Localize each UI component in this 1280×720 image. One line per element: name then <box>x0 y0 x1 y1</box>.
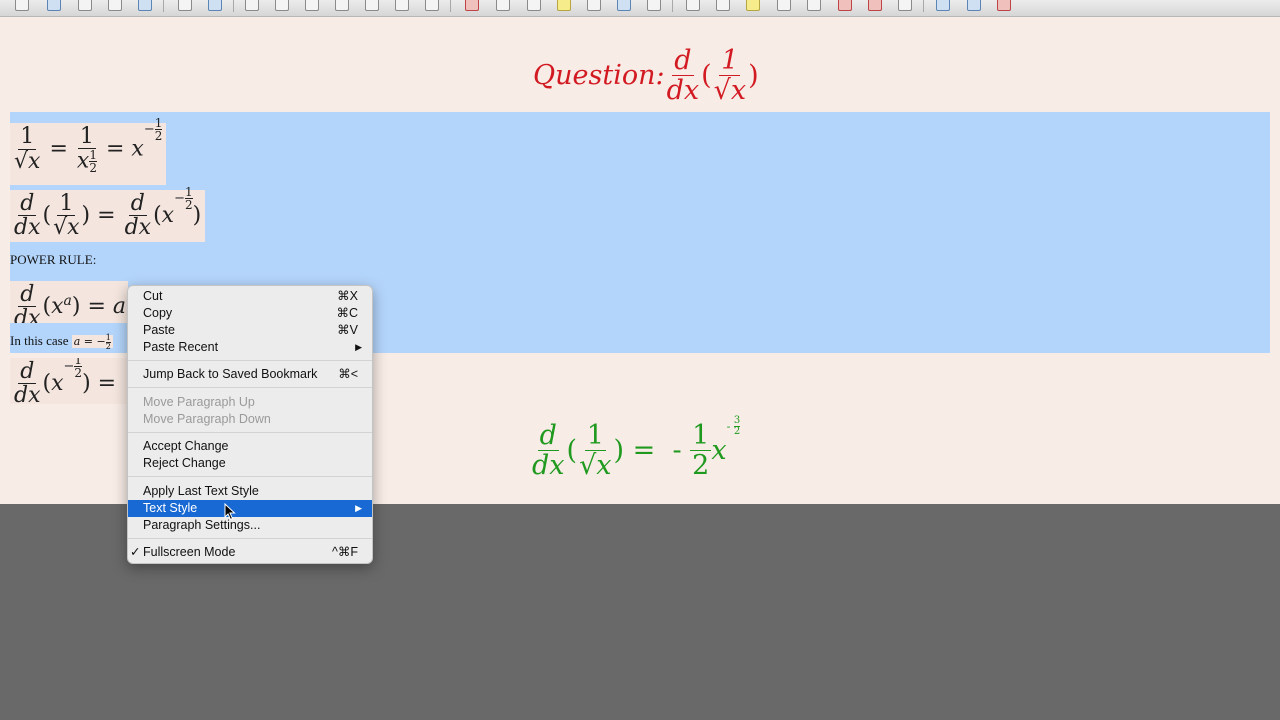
menu-item-apply-last-style[interactable]: Apply Last Text Style <box>128 483 372 500</box>
math-line-2: d dx(1 √x) = d dx (x −1 2) <box>10 186 206 242</box>
indent-icon[interactable] <box>335 0 349 11</box>
inspector-icon[interactable] <box>997 0 1011 11</box>
list-icon[interactable] <box>275 0 289 11</box>
menu-item-copy[interactable]: Copy ⌘C <box>128 305 372 322</box>
page2-icon[interactable] <box>716 0 730 11</box>
menu-item-reject-change[interactable]: Reject Change <box>128 455 372 472</box>
mouse-cursor-icon <box>224 503 236 521</box>
menu-item-paste[interactable]: Paste ⌘V <box>128 322 372 339</box>
sidebar-icon[interactable] <box>967 0 981 11</box>
style-icon[interactable] <box>395 0 409 11</box>
in-this-case-text: In this case a = −1 2 <box>10 332 113 351</box>
power-rule-label: POWER RULE: <box>10 252 97 267</box>
refresh-icon[interactable] <box>47 0 61 11</box>
view-icon[interactable] <box>15 0 29 11</box>
menu-item-accept-change[interactable]: Accept Change <box>128 438 372 455</box>
tex-icon[interactable] <box>838 0 852 11</box>
question-heading: Question: d dx(1 √x) <box>533 45 759 107</box>
menu-item-paste-recent[interactable]: Paste Recent ▶ <box>128 339 372 356</box>
menu-item-move-up: Move Paragraph Up <box>143 395 255 409</box>
outdent-icon[interactable] <box>305 0 319 11</box>
menu-item-text-style[interactable]: Text Style ▶ <box>128 500 372 517</box>
shape-icon[interactable] <box>465 0 479 11</box>
menu-item-fullscreen[interactable]: ✓ Fullscreen Mode ^⌘F <box>128 544 372 561</box>
media-icon[interactable] <box>617 0 631 11</box>
attachment-icon[interactable] <box>898 0 912 11</box>
export-icon[interactable] <box>138 0 152 11</box>
align-right-icon[interactable] <box>365 0 379 11</box>
submenu-arrow-icon: ▶ <box>355 503 362 513</box>
list-red-icon[interactable] <box>868 0 882 11</box>
menu-item-cut[interactable]: Cut ⌘X <box>128 288 372 305</box>
align-left-icon[interactable] <box>245 0 259 11</box>
table-icon[interactable] <box>496 0 510 11</box>
duplicate-icon[interactable] <box>78 0 92 11</box>
submenu-arrow-icon: ▶ <box>355 342 362 352</box>
style2-icon[interactable] <box>425 0 439 11</box>
tag-icon[interactable] <box>527 0 541 11</box>
image-icon[interactable] <box>587 0 601 11</box>
copy-page-icon[interactable] <box>108 0 122 11</box>
box-icon[interactable] <box>647 0 661 11</box>
menu-item-paragraph-settings[interactable]: Paragraph Settings... <box>128 517 372 534</box>
note-icon[interactable] <box>746 0 760 11</box>
refresh2-icon[interactable] <box>208 0 222 11</box>
window-icon[interactable] <box>936 0 950 11</box>
context-menu: Cut ⌘X Copy ⌘C Paste ⌘V Paste Recent ▶ Jump … <box>127 285 373 564</box>
answer-equation: d dx(1 √x) = - 12x- 32 <box>532 415 741 482</box>
footnote-icon[interactable] <box>777 0 791 11</box>
link-icon[interactable] <box>557 0 571 11</box>
menu-item-move-down: Move Paragraph Down <box>143 412 271 426</box>
page-icon[interactable] <box>686 0 700 11</box>
toolbar <box>0 0 1280 17</box>
menu-item-jump-back[interactable]: Jump Back to Saved Bookmark ⌘< <box>128 366 372 383</box>
math-line-1: 1 √x = 1x12 = x −1 2 <box>10 117 167 185</box>
pen-icon[interactable] <box>807 0 821 11</box>
math-line-4: d dx (x −1 2) = <box>10 358 128 404</box>
view2-icon[interactable] <box>178 0 192 11</box>
math-line-3: d dx (xa) = a <box>10 281 128 323</box>
checkmark-icon: ✓ <box>130 545 141 559</box>
